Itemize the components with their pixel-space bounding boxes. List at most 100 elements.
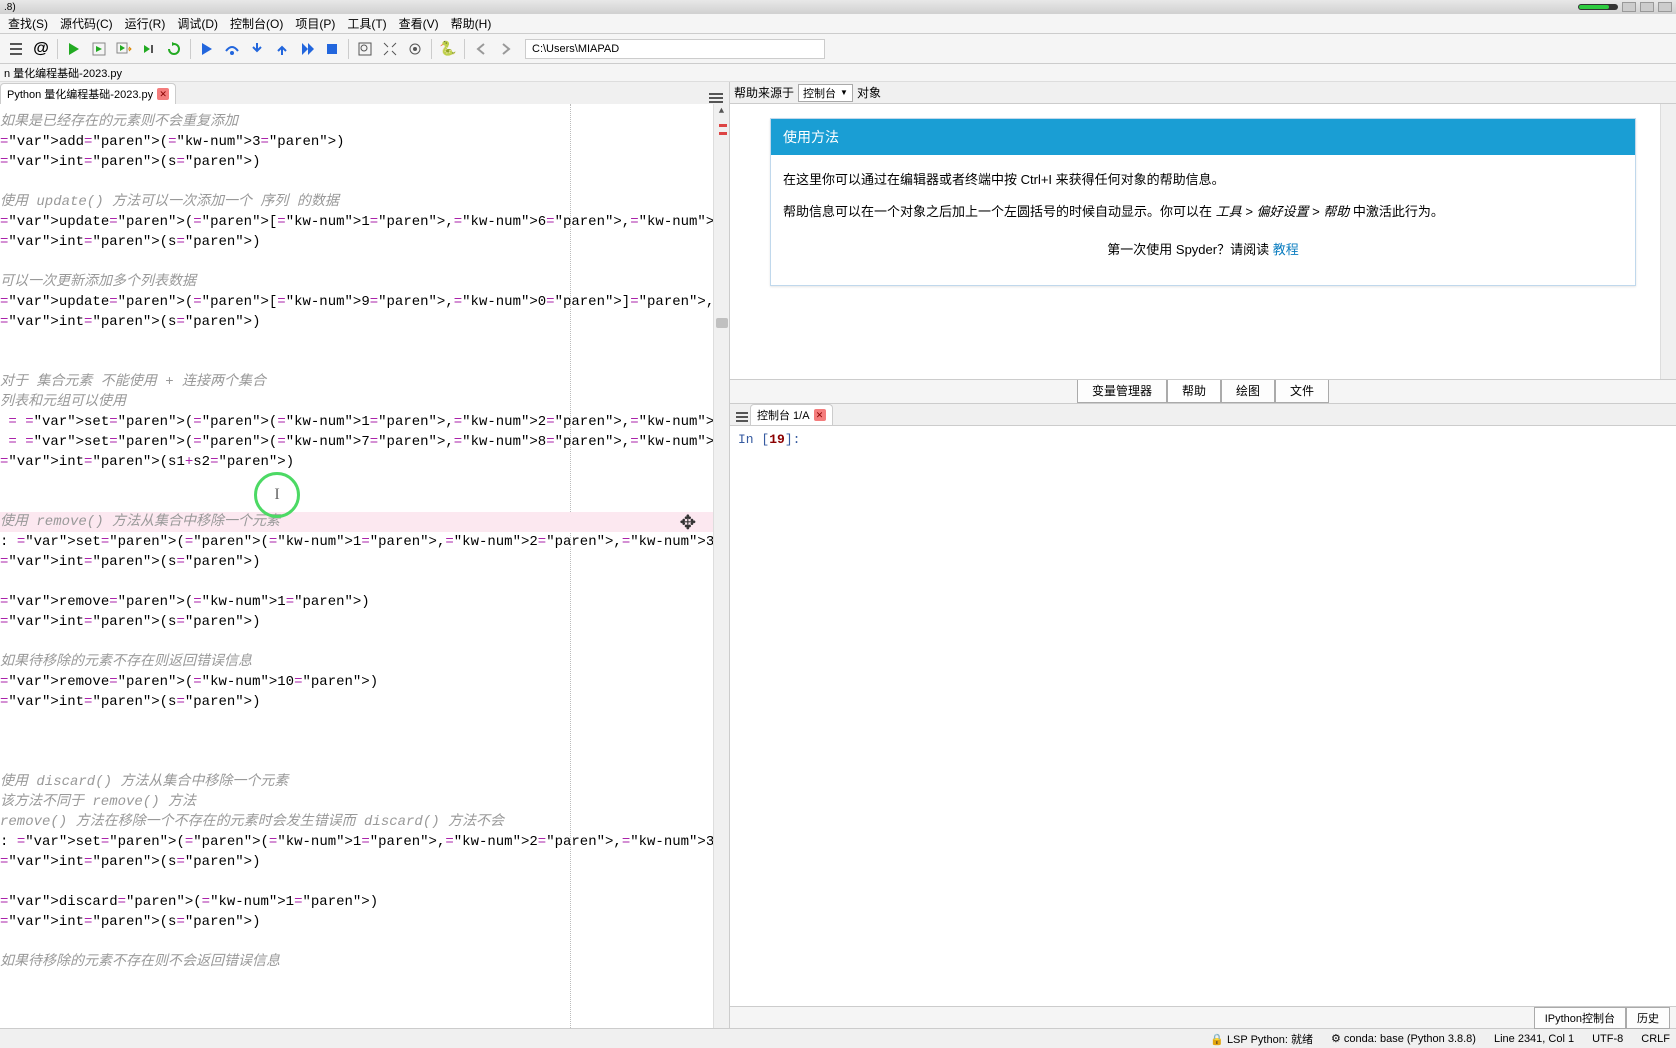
at-icon[interactable]: @ <box>29 37 53 61</box>
code-line: ="var">update="paren">(="paren">[="kw-nu… <box>0 212 729 232</box>
code-comment: 如果待移除的元素不存在则不会返回错误信息 <box>0 952 729 972</box>
status-line-col: Line 2341, Col 1 <box>1494 1033 1574 1045</box>
help-source-combo[interactable]: 控制台 ▼ <box>798 84 853 102</box>
code-blank <box>0 492 729 512</box>
code-comment: 使用 remove() 方法从集合中移除一个元素 <box>0 512 729 532</box>
continue-icon[interactable] <box>295 37 319 61</box>
step-into-icon[interactable] <box>245 37 269 61</box>
working-dir-text: C:\Users\MIAPAD <box>532 43 619 55</box>
help-source-label: 帮助来源于 <box>734 84 794 101</box>
rerun-icon[interactable] <box>162 37 186 61</box>
code-line: ="var">add="paren">(="kw-num">3="paren">… <box>0 132 729 152</box>
code-blank <box>0 472 729 492</box>
code-comment: 对于 集合元素 不能使用 + 连接两个集合 <box>0 372 729 392</box>
code-comment: 使用 update() 方法可以一次添加一个 序列 的数据 <box>0 192 729 212</box>
move-cursor-icon: ✥ <box>680 512 696 532</box>
status-eol: CRLF <box>1641 1033 1670 1045</box>
help-tutorial: 第一次使用 Spyder？请阅读 教程 <box>783 233 1623 271</box>
menu-run[interactable]: 运行(R) <box>119 13 172 34</box>
menu-debug[interactable]: 调试(D) <box>171 13 224 34</box>
tab-variable-explorer[interactable]: 变量管理器 <box>1077 378 1167 403</box>
code-comment: 可以一次更新添加多个列表数据 <box>0 272 729 292</box>
scroll-up-icon[interactable]: ▲ <box>715 104 729 118</box>
settings-icon[interactable] <box>403 37 427 61</box>
console-tab[interactable]: 控制台 1/A ✕ <box>750 404 833 425</box>
run-file-icon[interactable] <box>62 37 86 61</box>
code-blank <box>0 752 729 772</box>
title-text: .8) <box>4 2 16 13</box>
tab-help[interactable]: 帮助 <box>1167 378 1221 403</box>
help-header: 帮助来源于 控制台 ▼ 对象 <box>730 82 1676 104</box>
expand-icon[interactable] <box>378 37 402 61</box>
statusbar: 🔒 LSP Python: 就绪 ⚙ conda: base (Python 3… <box>0 1028 1676 1048</box>
code-line: ="var">int="paren">(s="paren">) <box>0 612 729 632</box>
scrollbar-thumb[interactable] <box>716 318 728 328</box>
code-line: ="var">int="paren">(s="paren">) <box>0 312 729 332</box>
console-hamburger-icon[interactable] <box>734 409 750 425</box>
overview-marker <box>719 124 727 127</box>
code-comment: 列表和元组可以使用 <box>0 392 729 412</box>
tab-plots[interactable]: 绘图 <box>1221 378 1275 403</box>
find-icon[interactable] <box>353 37 377 61</box>
status-encoding: UTF-8 <box>1592 1033 1623 1045</box>
right-pane: 帮助来源于 控制台 ▼ 对象 使用方法 在这里你可以通过在编辑器或者终端中按 C… <box>730 82 1676 1028</box>
code-line: ="var">remove="paren">(="kw-num">1="pare… <box>0 592 729 612</box>
close-icon[interactable]: ✕ <box>157 88 169 100</box>
code-editor[interactable]: 如果是已经存在的元素则不会重复添加="var">add="paren">(="k… <box>0 104 729 1028</box>
code-line: = ="var">set="paren">(="paren">(="kw-num… <box>0 432 729 452</box>
code-line: : ="var">set="paren">(="paren">(="kw-num… <box>0 832 729 852</box>
tab-ipython-console[interactable]: IPython控制台 <box>1534 1007 1626 1029</box>
help-panel: 使用方法 在这里你可以通过在编辑器或者终端中按 Ctrl+I 来获得任何对象的帮… <box>770 118 1636 286</box>
step-out-icon[interactable] <box>270 37 294 61</box>
menu-project[interactable]: 项目(P) <box>289 13 341 34</box>
working-dir-input[interactable]: C:\Users\MIAPAD <box>525 39 825 59</box>
close-button[interactable] <box>1658 2 1672 12</box>
editor-tab[interactable]: Python 量化编程基础-2023.py ✕ <box>0 83 176 104</box>
step-over-icon[interactable] <box>220 37 244 61</box>
code-line: ="var">int="paren">(s1+s2="paren">) <box>0 452 729 472</box>
tab-files[interactable]: 文件 <box>1275 378 1329 403</box>
code-blank <box>0 712 729 732</box>
breadcrumb-file: n 量化编程基础-2023.py <box>4 65 122 81</box>
code-comment: 如果是已经存在的元素则不会重复添加 <box>0 112 729 132</box>
menu-help[interactable]: 帮助(H) <box>445 13 498 34</box>
menu-find[interactable]: 查找(S) <box>2 13 54 34</box>
back-icon[interactable] <box>469 37 493 61</box>
close-icon[interactable]: ✕ <box>814 409 826 421</box>
run-selection-icon[interactable] <box>137 37 161 61</box>
editor-tab-label: Python 量化编程基础-2023.py <box>7 86 153 102</box>
editor-pane: Python 量化编程基础-2023.py ✕ 如果是已经存在的元素则不会重复添… <box>0 82 730 1028</box>
code-blank <box>0 172 729 192</box>
menu-console[interactable]: 控制台(O) <box>224 13 289 34</box>
menu-view[interactable]: 查看(V) <box>393 13 445 34</box>
python-path-icon[interactable]: 🐍 <box>436 37 460 61</box>
code-line: ="var">discard="paren">(="kw-num">1="par… <box>0 892 729 912</box>
maximize-button[interactable] <box>1640 2 1654 12</box>
code-blank <box>0 872 729 892</box>
console-tab-label: 控制台 1/A <box>757 407 810 423</box>
menu-source[interactable]: 源代码(C) <box>54 13 119 34</box>
editor-scrollbar[interactable]: ▲ <box>713 104 729 1028</box>
help-body: 使用方法 在这里你可以通过在编辑器或者终端中按 Ctrl+I 来获得任何对象的帮… <box>730 104 1676 380</box>
outline-icon[interactable] <box>4 37 28 61</box>
console-prompt: In [19]: <box>738 432 800 447</box>
stop-debug-icon[interactable] <box>320 37 344 61</box>
hamburger-icon[interactable] <box>709 92 723 104</box>
forward-icon[interactable] <box>494 37 518 61</box>
minimize-button[interactable] <box>1622 2 1636 12</box>
menu-tools[interactable]: 工具(T) <box>341 13 392 34</box>
code-line: : ="var">set="paren">(="paren">(="kw-num… <box>0 532 729 552</box>
menubar: 查找(S) 源代码(C) 运行(R) 调试(D) 控制台(O) 项目(P) 工具… <box>0 14 1676 34</box>
tutorial-link[interactable]: 教程 <box>1273 242 1299 257</box>
debug-icon[interactable] <box>195 37 219 61</box>
code-blank <box>0 632 729 652</box>
run-cell-advance-icon[interactable] <box>112 37 136 61</box>
right-tabs: 变量管理器 帮助 绘图 文件 <box>730 380 1676 404</box>
help-p2: 帮助信息可以在一个对象之后加上一个左圆括号的时候自动显示。你可以在 工具 > 偏… <box>783 201 1623 223</box>
help-scrollbar[interactable] <box>1660 104 1676 379</box>
code-line: ="var">update="paren">(="paren">[="kw-nu… <box>0 292 729 312</box>
tab-history[interactable]: 历史 <box>1626 1007 1670 1029</box>
ipython-console[interactable]: In [19]: <box>730 426 1676 1006</box>
overview-marker <box>719 132 727 135</box>
run-cell-icon[interactable] <box>87 37 111 61</box>
